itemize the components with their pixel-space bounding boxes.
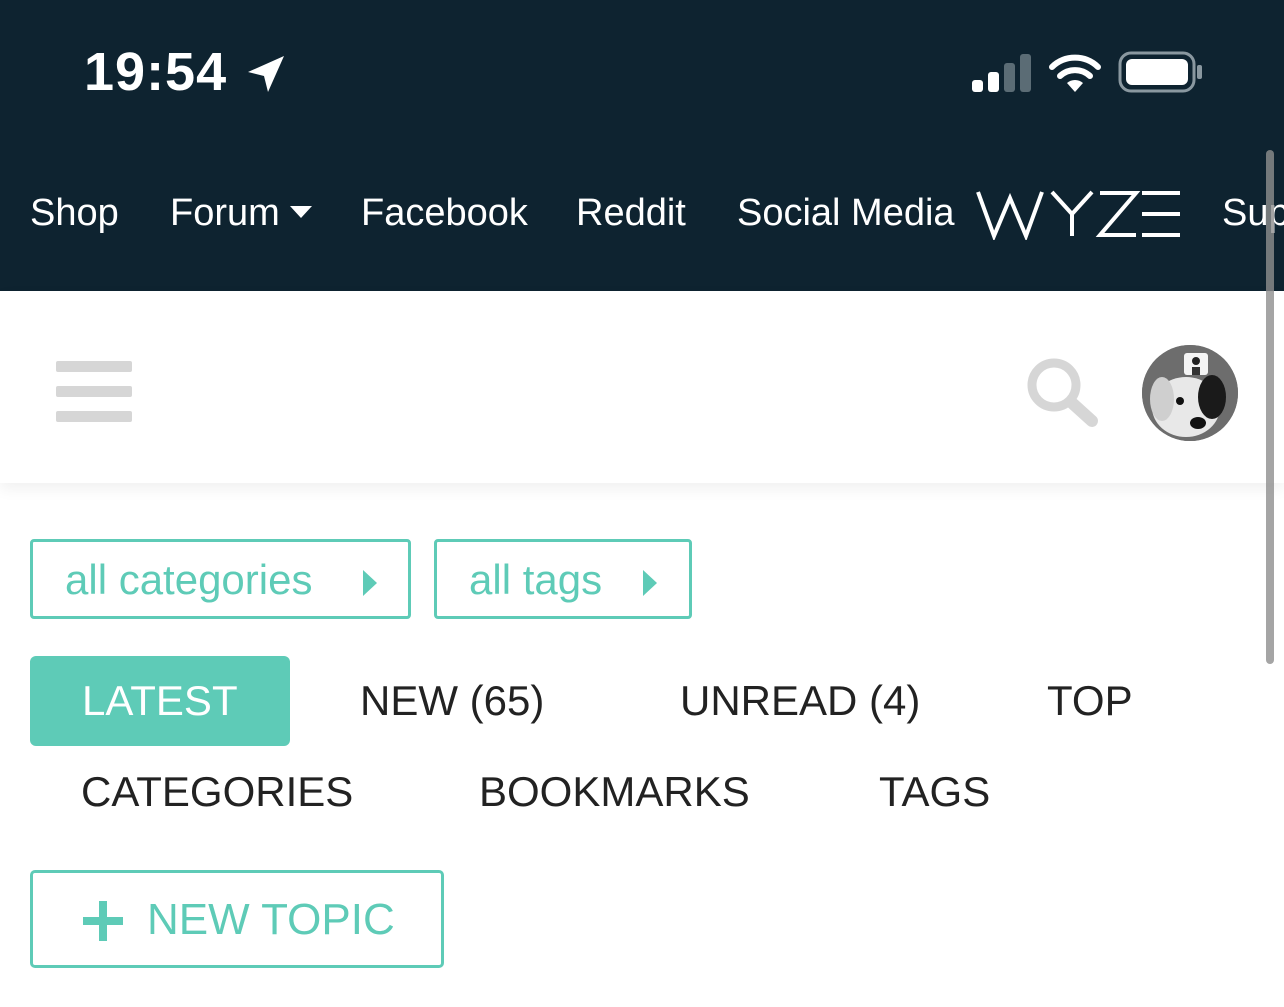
nav-link-shop[interactable]: Shop <box>30 188 119 238</box>
new-topic-label: NEW TOPIC <box>147 895 395 944</box>
tab-bookmarks[interactable]: BOOKMARKS <box>479 747 750 837</box>
battery-icon <box>1118 51 1202 93</box>
tags-dropdown[interactable]: all tags <box>434 539 692 619</box>
nav-link-reddit[interactable]: Reddit <box>576 188 686 238</box>
search-icon[interactable] <box>1026 357 1100 429</box>
site-top-nav: Shop Forum Facebook Reddit Social Media … <box>0 140 1284 291</box>
nav-link-forum[interactable]: Forum <box>170 188 312 238</box>
status-bar: 19:54 <box>0 0 1284 140</box>
hamburger-menu-icon[interactable] <box>56 359 132 425</box>
tab-latest[interactable]: LATEST <box>30 656 290 746</box>
location-arrow-icon <box>248 56 284 92</box>
tab-top[interactable]: TOP <box>1047 656 1133 746</box>
page-scrollbar[interactable] <box>1266 150 1274 664</box>
caret-right-icon <box>363 570 377 596</box>
wifi-icon <box>1049 54 1101 92</box>
caret-down-icon <box>289 205 312 218</box>
tab-categories[interactable]: CATEGORIES <box>81 747 353 837</box>
status-time: 19:54 <box>84 42 228 102</box>
nav-link-social-media[interactable]: Social Media <box>737 188 955 238</box>
tab-new[interactable]: NEW (65) <box>360 656 544 746</box>
cellular-signal-icon <box>972 54 1031 92</box>
caret-right-icon <box>643 570 657 596</box>
categories-dropdown[interactable]: all categories <box>30 539 411 619</box>
forum-header <box>0 291 1284 483</box>
user-avatar[interactable] <box>1142 345 1238 441</box>
nav-link-facebook[interactable]: Facebook <box>361 188 528 238</box>
plus-icon <box>83 901 123 941</box>
avatar-dog-image <box>1142 345 1238 441</box>
tab-unread[interactable]: UNREAD (4) <box>680 656 920 746</box>
new-topic-button[interactable]: NEW TOPIC <box>30 870 444 968</box>
nav-link-forum-label: Forum <box>170 192 280 234</box>
categories-dropdown-label: all categories <box>65 556 313 603</box>
tab-tags[interactable]: TAGS <box>879 747 990 837</box>
tags-dropdown-label: all tags <box>469 556 603 603</box>
nav-link-support[interactable]: Sup <box>1222 188 1284 238</box>
wyze-logo[interactable] <box>976 188 1182 240</box>
